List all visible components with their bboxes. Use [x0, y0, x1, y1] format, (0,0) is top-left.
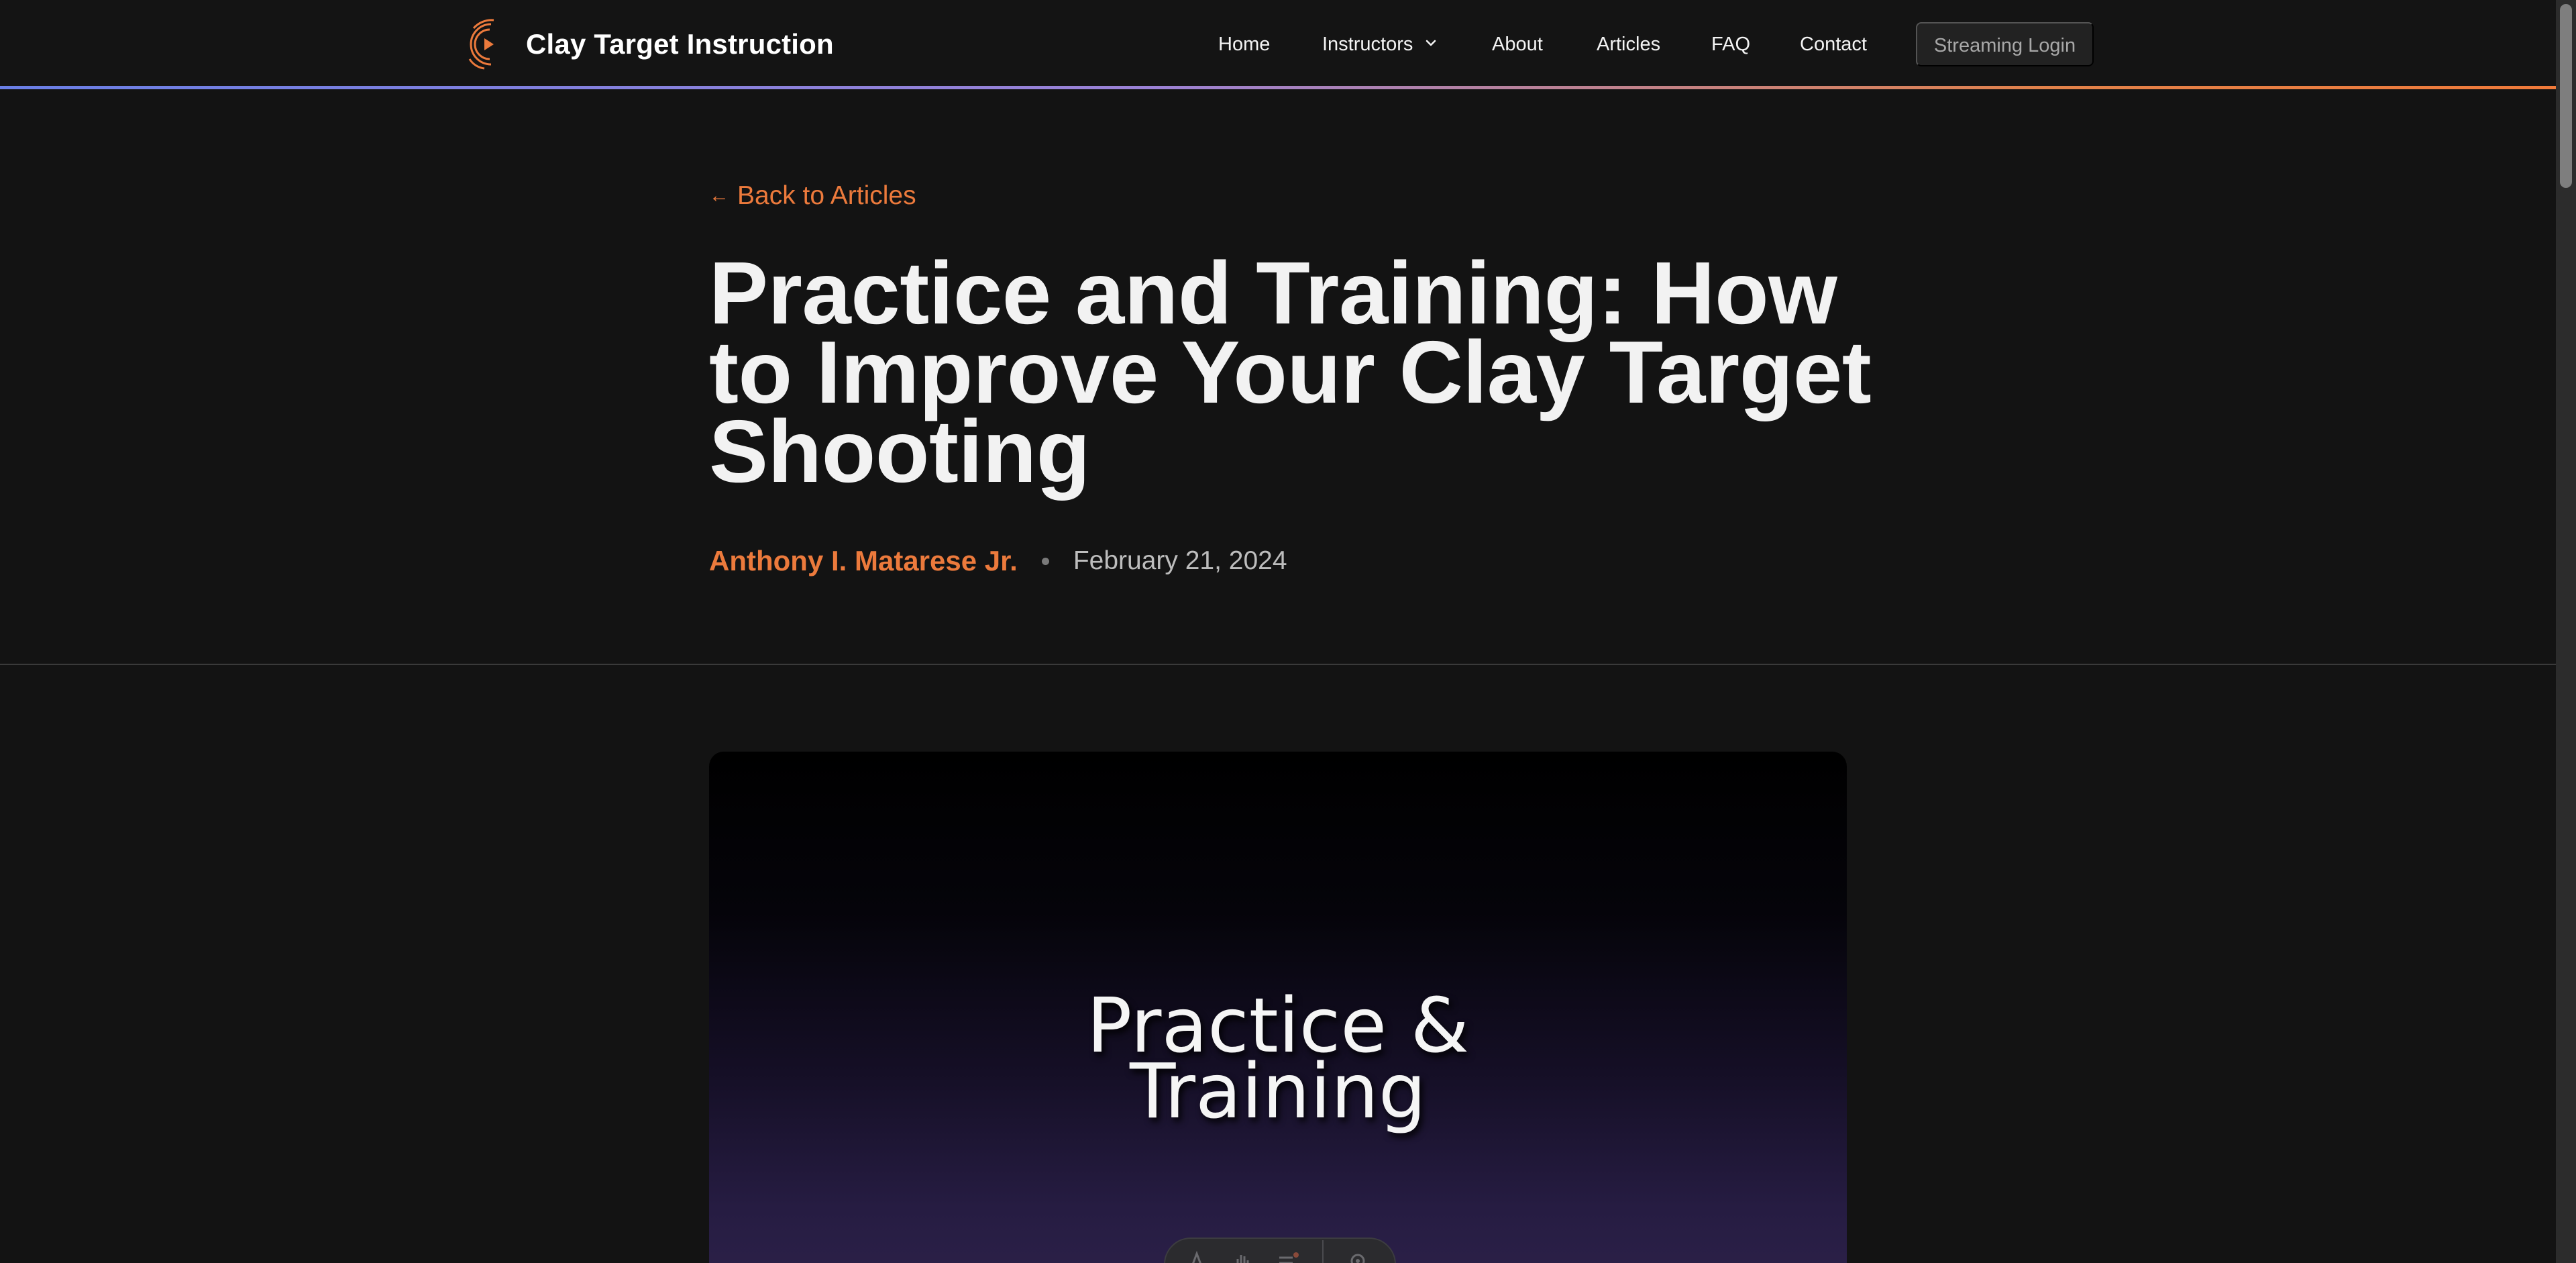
site-header: Clay Target Instruction Home Instructors… [0, 0, 2556, 89]
nav-instructors[interactable]: Instructors [1322, 20, 1440, 68]
article-meta: Anthony I. Matarese Jr. February 21, 202… [709, 541, 1287, 581]
article-title: Practice and Training: How to Improve Yo… [709, 244, 1872, 501]
nav-contact[interactable]: Contact [1800, 20, 1867, 68]
arrow-left-icon: ← [709, 185, 729, 207]
list-tool-icon [1279, 1252, 1299, 1263]
nav-articles[interactable]: Articles [1597, 20, 1660, 68]
section-divider [0, 664, 2556, 665]
nav-faq[interactable]: FAQ [1711, 20, 1750, 68]
streaming-login-button[interactable]: Streaming Login [1916, 22, 2094, 66]
brand-link[interactable]: Clay Target Instruction [464, 16, 834, 72]
nav-home[interactable]: Home [1218, 20, 1270, 68]
brand-name: Clay Target Instruction [526, 28, 834, 60]
hero-caption-line-2: Training [1130, 1048, 1426, 1135]
author-link[interactable]: Anthony I. Matarese Jr. [709, 545, 1018, 577]
back-to-articles-label: Back to Articles [737, 181, 916, 210]
page-scrollbar[interactable] [2556, 0, 2576, 1263]
brand-logo-icon [468, 19, 494, 70]
hand-tool-icon [1236, 1255, 1249, 1263]
text-tool-icon [1192, 1250, 1201, 1263]
back-to-articles-link[interactable]: ← Back to Articles [709, 176, 916, 216]
gear-icon [1350, 1254, 1365, 1263]
publish-date: February 21, 2024 [1073, 546, 1287, 575]
scrollbar-thumb[interactable] [2560, 4, 2572, 188]
nav-instructors-label: Instructors [1322, 34, 1413, 55]
header-accent-line [0, 86, 2556, 89]
hero-image: Practice & Training [709, 752, 1847, 1263]
meta-separator-dot [1041, 557, 1049, 565]
hero-toolbar [1164, 1237, 1396, 1263]
hero-image-caption: Practice & Training [709, 989, 1847, 1135]
nav-about[interactable]: About [1492, 20, 1543, 68]
page: Clay Target Instruction Home Instructors… [0, 0, 2576, 1263]
chevron-down-icon [1426, 40, 1436, 46]
toolbar-separator [1322, 1240, 1324, 1263]
